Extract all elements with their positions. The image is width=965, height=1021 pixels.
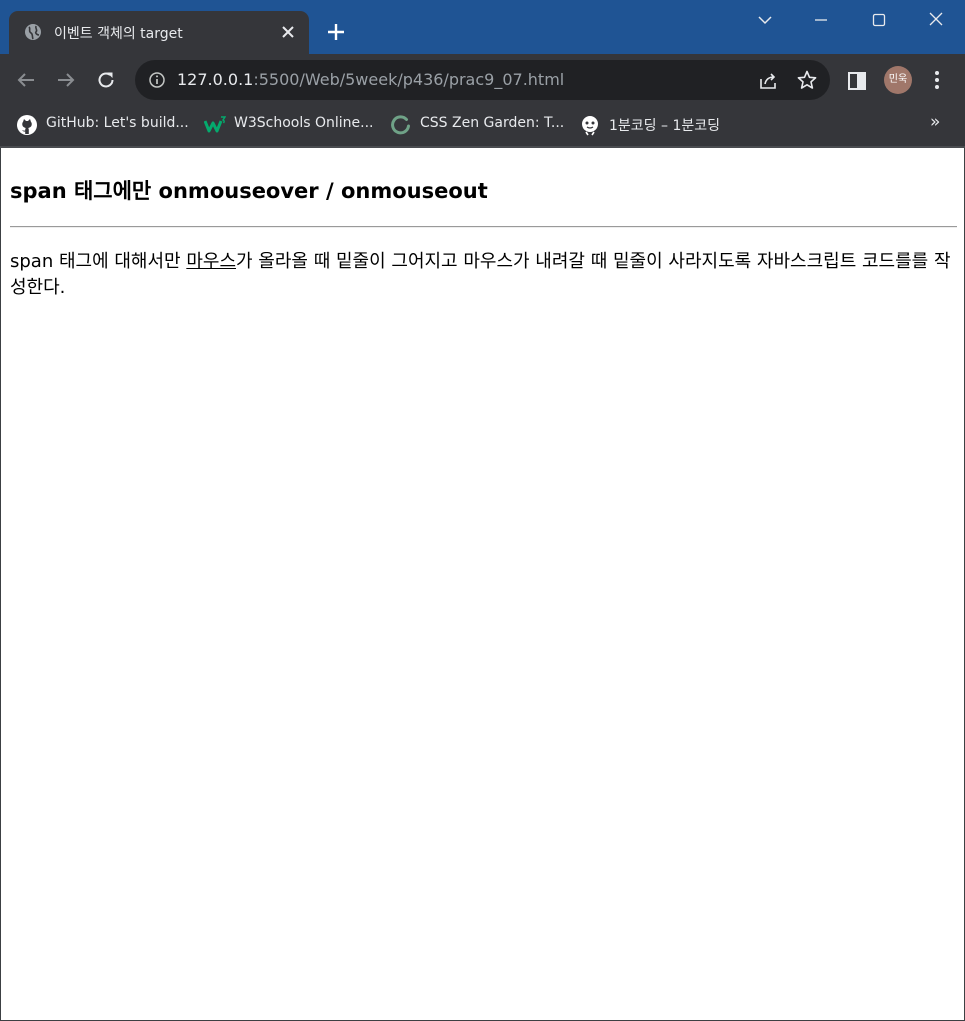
back-icon[interactable] (15, 69, 37, 91)
bookmark-label: CSS Zen Garden: T... (420, 115, 565, 131)
share-icon[interactable] (757, 70, 779, 92)
close-window-icon[interactable] (923, 8, 949, 32)
address-bar[interactable]: 127.0.0.1:5500/Web/5week/p436/prac9_07.h… (135, 60, 830, 100)
browser-toolbar: 127.0.0.1:5500/Web/5week/p436/prac9_07.h… (0, 54, 965, 106)
new-tab-icon[interactable] (325, 21, 347, 43)
more-bookmarks-button[interactable]: » (930, 112, 940, 132)
tab-search-chevron-icon[interactable] (752, 8, 778, 32)
bookmarks-bar: GitHub: Let's build... W3Schools Online.… (0, 106, 965, 146)
maximize-icon[interactable] (866, 8, 892, 32)
side-panel-icon[interactable] (846, 70, 868, 92)
tab-title: 이벤트 객체의 target (54, 26, 183, 42)
mouse-span[interactable]: 마우스 (186, 251, 236, 272)
globe-icon (25, 24, 41, 40)
active-tab[interactable]: 이벤트 객체의 target (9, 11, 309, 54)
github-icon (17, 115, 37, 135)
1min-coding-icon (582, 116, 598, 136)
reload-icon[interactable] (95, 69, 117, 91)
paragraph-text-before: span 태그에 대해서만 (10, 251, 187, 272)
instruction-paragraph: span 태그에 대해서만 마우스가 올라올 때 밑줄이 그어지고 마우스가 내… (10, 249, 955, 301)
url-host: 127.0.0.1 (177, 70, 254, 89)
zen-garden-icon (391, 115, 410, 135)
bookmark-label: 1분코딩 – 1분코딩 (609, 118, 720, 134)
horizontal-rule (10, 226, 957, 228)
url-path: :5500/Web/5week/p436/prac9_07.html (253, 70, 565, 89)
bookmark-label: GitHub: Let's build... (46, 115, 189, 131)
w3schools-icon (204, 116, 226, 133)
more-menu-icon[interactable] (926, 68, 948, 92)
bookmark-star-icon[interactable] (796, 69, 818, 91)
bookmark-label: W3Schools Online... (234, 115, 374, 131)
profile-avatar[interactable]: 민욱 (884, 66, 912, 94)
close-tab-icon[interactable] (279, 23, 297, 41)
title-bar: 이벤트 객체의 target (0, 0, 965, 54)
url-text: 127.0.0.1:5500/Web/5week/p436/prac9_07.h… (177, 70, 564, 89)
minimize-icon[interactable] (808, 8, 834, 32)
forward-icon[interactable] (55, 69, 77, 91)
page-viewport: span 태그에만 onmouseover / onmouseout span … (0, 148, 965, 1021)
site-info-icon[interactable] (148, 71, 166, 89)
page-heading: span 태그에만 onmouseover / onmouseout (10, 179, 488, 203)
